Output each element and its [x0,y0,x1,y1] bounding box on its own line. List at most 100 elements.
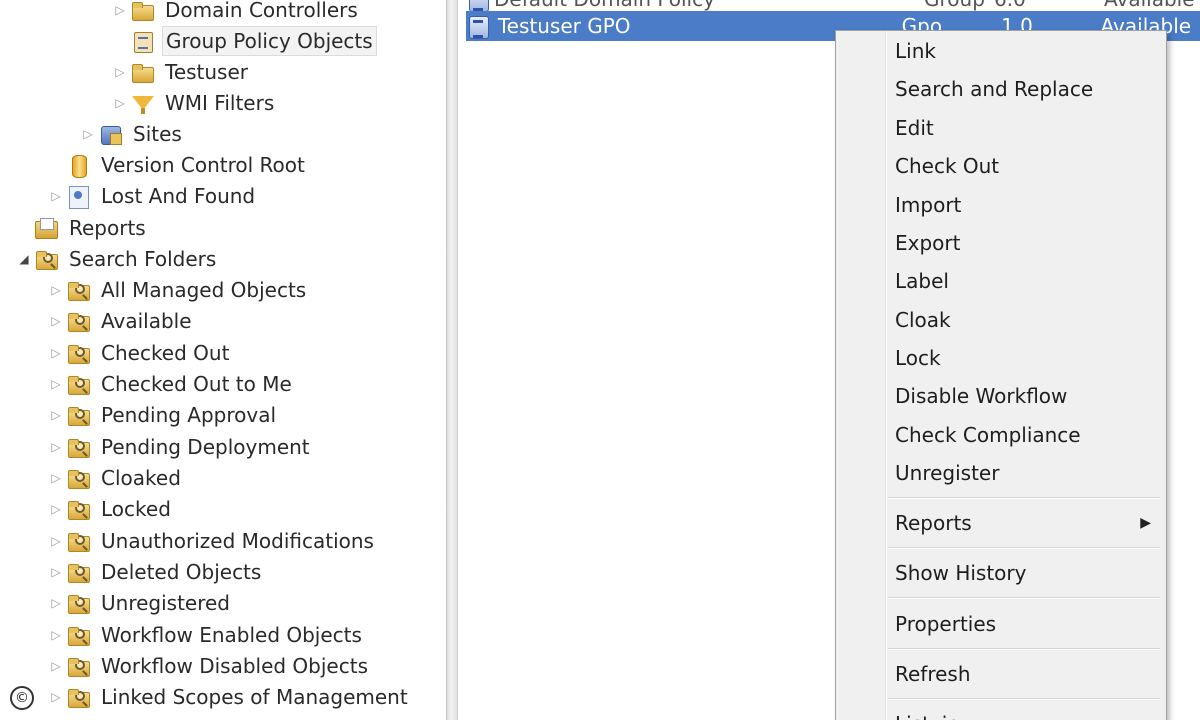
search-folder-icon [66,309,92,333]
tree-item-lost-and-found[interactable]: ▷ Lost And Found [46,181,258,211]
tree-item-version-control-root[interactable]: Version Control Root [46,150,308,180]
expand-arrow-icon[interactable]: ▷ [46,181,66,211]
expand-arrow-icon[interactable]: ▷ [46,432,66,462]
expand-arrow-icon[interactable]: ▷ [46,369,66,399]
tree-item-label: Available [101,309,192,333]
tree-item-label: Linked Scopes of Management [101,685,408,709]
menu-item-edit[interactable]: Edit [895,111,1157,145]
menu-item-lock[interactable]: Lock [895,341,1157,375]
menu-item-check-compliance[interactable]: Check Compliance [895,418,1157,452]
tree-item-search-folder[interactable]: ▷ Checked Out to Me [46,369,295,399]
menu-item-import[interactable]: Import [895,188,1157,222]
menu-item-label: Search and Replace [895,77,1094,101]
menu-item-label: Refresh [895,662,971,686]
tree-item-testuser[interactable]: ▷ Testuser [110,57,251,87]
expand-arrow-icon[interactable]: ▷ [46,400,66,430]
menu-item-properties[interactable]: Properties [895,607,1157,641]
menu-item-check-out[interactable]: Check Out [895,149,1157,183]
tree-item-search-folders[interactable]: ◢ Search Folders [14,244,219,274]
tree-item-search-folder[interactable]: ▷ Workflow Disabled Objects [46,651,371,681]
tree-item-label: Workflow Disabled Objects [101,654,368,678]
tree-item-label: Search Folders [69,247,217,271]
tree-item-search-folder[interactable]: ▷ Deleted Objects [46,557,264,587]
expand-arrow-icon[interactable]: ▷ [46,275,66,305]
menu-item-cloak[interactable]: Cloak [895,303,1157,337]
navigation-tree[interactable]: ▷ Domain Controllers Group Policy Object… [0,0,446,720]
tree-item-search-folder[interactable]: ▷ Workflow Enabled Objects [46,620,365,650]
expand-arrow-icon[interactable]: ▷ [46,306,66,336]
folder-icon [130,60,156,84]
menu-item-label: Unregister [895,461,1000,485]
tree-item-label: Unauthorized Modifications [101,529,374,553]
database-icon [66,153,92,178]
menu-separator [888,698,1160,700]
menu-item-listview[interactable]: Listview [895,707,1157,720]
expand-arrow-icon[interactable]: ▷ [46,557,66,587]
menu-icon-gutter [836,31,887,720]
menu-item-label: Disable Workflow [895,384,1068,408]
tree-item-search-folder[interactable]: ▷ All Managed Objects [46,275,309,305]
tree-item-label: All Managed Objects [101,278,307,302]
row-type: Group [924,0,994,11]
tree-item-search-folder[interactable]: ▷ Unregistered [46,588,233,618]
tree-item-reports[interactable]: Reports [14,213,149,243]
context-menu[interactable]: Link Search and Replace Edit Check Out I… [835,30,1167,720]
search-folder-icon [66,435,92,459]
search-folder-icon [66,685,92,709]
tree-item-label: Version Control Root [101,153,305,177]
menu-item-link[interactable]: Link [895,34,1157,68]
search-folder-icon [66,654,92,678]
tree-item-search-folder[interactable]: ▷ Cloaked [46,463,184,493]
menu-item-disable-workflow[interactable]: Disable Workflow [895,379,1157,413]
search-folder-icon [66,372,92,396]
search-folder-icon [34,247,60,271]
tree-item-search-folder[interactable]: ▷ Available [46,306,195,336]
menu-item-reports[interactable]: Reports ▶ [895,506,1157,540]
expand-arrow-icon[interactable]: ▷ [110,0,130,25]
menu-item-label[interactable]: Label [895,264,1157,298]
tree-item-group-policy-objects[interactable]: Group Policy Objects [110,26,377,56]
expand-arrow-icon[interactable]: ▷ [46,526,66,556]
menu-item-label: Check Compliance [895,423,1081,447]
tree-item-search-folder[interactable]: ▷ Checked Out [46,338,232,368]
pane-splitter[interactable] [446,0,458,720]
menu-item-export[interactable]: Export [895,226,1157,260]
menu-item-label: Properties [895,612,997,636]
tree-item-search-folder[interactable]: ▷ Locked [46,494,174,524]
menu-item-label: Edit [895,116,934,140]
menu-item-search-and-replace[interactable]: Search and Replace [895,72,1157,106]
tree-item-label: Pending Approval [101,403,277,427]
tree-item-label: Locked [101,497,171,521]
tree-item-label: Checked Out to Me [101,372,292,396]
tree-item-domain-controllers[interactable]: ▷ Domain Controllers [110,0,361,25]
expand-arrow-icon[interactable]: ▷ [78,119,98,149]
tree-item-search-folder[interactable]: ▷ Pending Approval [46,400,279,430]
expand-arrow-icon[interactable]: ▷ [110,88,130,118]
tree-item-wmi-filters[interactable]: ▷ WMI Filters [110,88,277,118]
expand-arrow-icon[interactable]: ▷ [46,620,66,650]
expand-arrow-icon[interactable]: ▷ [46,338,66,368]
expand-arrow-icon[interactable]: ▷ [46,494,66,524]
expand-arrow-icon[interactable]: ▷ [46,651,66,681]
search-folder-icon [66,466,92,490]
tree-item-sites[interactable]: ▷ Sites [78,119,185,149]
expand-arrow-icon[interactable]: ▷ [46,588,66,618]
tree-item-label: Testuser [165,60,249,84]
menu-item-text: Label [895,269,949,293]
menu-item-label: Show History [895,561,1027,585]
tree-item-search-folder[interactable]: ▷ Unauthorized Modifications [46,526,377,556]
menu-separator [888,597,1160,599]
search-folder-icon [66,623,92,647]
tree-item-label: Group Policy Objects [162,26,377,56]
expand-arrow-icon[interactable]: ▷ [110,57,130,87]
tree-item-search-folder[interactable]: ▷ Pending Deployment [46,432,313,462]
menu-item-show-history[interactable]: Show History [895,556,1157,590]
menu-item-label: Export [895,231,961,255]
collapse-arrow-icon[interactable]: ◢ [14,244,34,274]
menu-item-refresh[interactable]: Refresh [895,657,1157,691]
expand-arrow-icon[interactable]: ▷ [46,463,66,493]
expand-arrow-icon[interactable]: ▷ [46,682,66,712]
search-folder-icon [66,403,92,427]
tree-item-search-folder[interactable]: ▷ Linked Scopes of Management [46,682,411,712]
menu-item-unregister[interactable]: Unregister [895,456,1157,490]
